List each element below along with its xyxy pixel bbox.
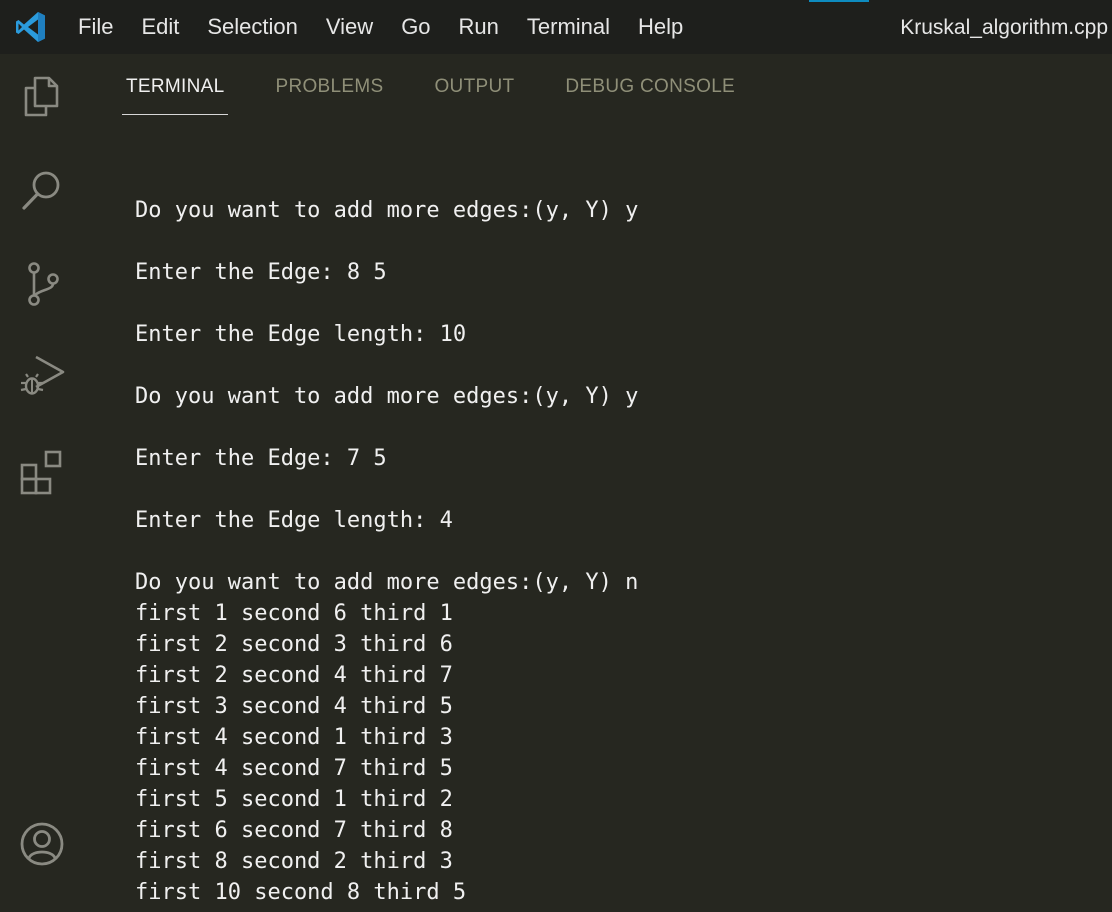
menu-help[interactable]: Help: [624, 0, 697, 54]
menu-file[interactable]: File: [64, 0, 127, 54]
menu-view[interactable]: View: [312, 0, 387, 54]
extensions-icon[interactable]: [18, 448, 66, 496]
terminal-line: Enter the Edge: 7 5: [135, 446, 387, 471]
terminal-line: Do you want to add more edges:(y, Y) n: [135, 570, 639, 595]
menu-bar: File Edit Selection View Go Run Terminal…: [64, 0, 697, 54]
window-title: Kruskal_algorithm.cpp: [900, 16, 1108, 39]
activity-bar: [0, 54, 84, 912]
terminal-line: first 4 second 1 third 3: [135, 725, 453, 750]
terminal-line: first 10 second 8 third 5: [135, 880, 467, 905]
terminal-line: first 6 second 7 third 8: [135, 818, 453, 843]
terminal-line: Do you want to add more edges:(y, Y) y: [135, 198, 639, 223]
terminal-line: first 2 second 4 third 7: [135, 663, 453, 688]
account-icon[interactable]: [18, 820, 66, 868]
terminal-line: first 8 second 2 third 3: [135, 849, 453, 874]
terminal-line: first 2 second 3 third 6: [135, 632, 453, 657]
terminal-output[interactable]: Do you want to add more edges:(y, Y) y E…: [135, 164, 1095, 908]
menu-run[interactable]: Run: [445, 0, 513, 54]
terminal-line: Do you want to add more edges:(y, Y) y: [135, 384, 639, 409]
tab-output[interactable]: OUTPUT: [430, 74, 518, 115]
run-debug-icon[interactable]: [18, 352, 66, 400]
tab-terminal[interactable]: TERMINAL: [122, 74, 229, 115]
terminal-line: first 3 second 4 third 5: [135, 694, 453, 719]
title-accent-strip: [809, 0, 869, 2]
source-control-icon[interactable]: [18, 260, 66, 308]
tab-debug-console[interactable]: DEBUG CONSOLE: [561, 74, 739, 115]
search-icon[interactable]: [18, 166, 66, 214]
terminal-line: Enter the Edge length: 10: [135, 322, 467, 347]
tab-problems[interactable]: PROBLEMS: [271, 74, 387, 115]
explorer-icon[interactable]: [18, 72, 66, 120]
panel-tabs: TERMINAL PROBLEMS OUTPUT DEBUG CONSOLE: [122, 74, 782, 115]
menu-edit[interactable]: Edit: [127, 0, 193, 54]
title-bar: File Edit Selection View Go Run Terminal…: [0, 0, 1112, 54]
terminal-line: Enter the Edge length: 4: [135, 508, 453, 533]
vscode-window: File Edit Selection View Go Run Terminal…: [0, 0, 1112, 912]
menu-terminal[interactable]: Terminal: [513, 0, 624, 54]
terminal-line: first 5 second 1 third 2: [135, 787, 453, 812]
bottom-panel: TERMINAL PROBLEMS OUTPUT DEBUG CONSOLE D…: [84, 54, 1112, 912]
terminal-line: first 4 second 7 third 5: [135, 756, 453, 781]
menu-go[interactable]: Go: [387, 0, 444, 54]
vscode-logo-icon[interactable]: [14, 10, 48, 44]
menu-selection[interactable]: Selection: [193, 0, 312, 54]
terminal-line: Enter the Edge: 8 5: [135, 260, 387, 285]
terminal-line: first 1 second 6 third 1: [135, 601, 453, 626]
